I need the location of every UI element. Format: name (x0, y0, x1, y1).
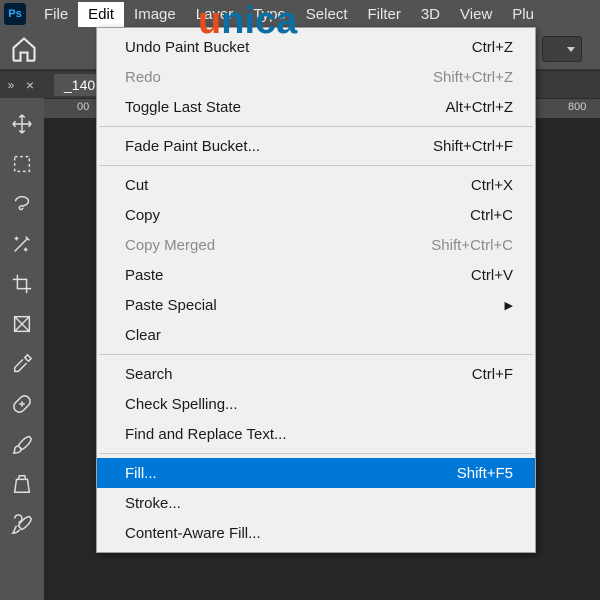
menu-item-label: Undo Paint Bucket (125, 39, 249, 56)
menu-item-copy-merged: Copy Merged Shift+Ctrl+C (97, 230, 535, 260)
menubar: Ps FileEditImageLayerTypeSelectFilter3DV… (0, 0, 600, 28)
menubar-item-plu[interactable]: Plu (502, 2, 544, 27)
menu-item-copy[interactable]: Copy Ctrl+C (97, 200, 535, 230)
menu-item-redo: Redo Shift+Ctrl+Z (97, 62, 535, 92)
menu-item-label: Content-Aware Fill... (125, 525, 261, 542)
menu-item-cut[interactable]: Cut Ctrl+X (97, 170, 535, 200)
menu-separator (99, 453, 533, 454)
menu-item-undo-paint-bucket[interactable]: Undo Paint Bucket Ctrl+Z (97, 32, 535, 62)
menubar-item-type[interactable]: Type (243, 2, 296, 27)
menu-item-toggle-last-state[interactable]: Toggle Last State Alt+Ctrl+Z (97, 92, 535, 122)
menu-item-label: Toggle Last State (125, 99, 241, 116)
menu-item-label: Fade Paint Bucket... (125, 138, 260, 155)
menubar-item-image[interactable]: Image (124, 2, 186, 27)
menu-separator (99, 126, 533, 127)
menu-item-label: Redo (125, 69, 161, 86)
menu-item-find-and-replace-text[interactable]: Find and Replace Text... (97, 419, 535, 449)
tool-eyedropper[interactable] (4, 346, 40, 382)
menu-item-shortcut: Ctrl+V (471, 267, 513, 284)
tool-brush[interactable] (4, 426, 40, 462)
tools-panel (0, 98, 44, 542)
menubar-item-filter[interactable]: Filter (358, 2, 411, 27)
submenu-arrow-icon: ▶ (505, 299, 513, 312)
tool-frame[interactable] (4, 306, 40, 342)
tool-crop[interactable] (4, 266, 40, 302)
tool-marquee[interactable] (4, 146, 40, 182)
menu-item-shortcut: Ctrl+X (471, 177, 513, 194)
options-dropdown[interactable] (542, 36, 582, 62)
menu-item-label: Clear (125, 327, 161, 344)
ruler-tick: 800 (568, 101, 586, 113)
menubar-item-view[interactable]: View (450, 2, 502, 27)
menu-separator (99, 165, 533, 166)
menu-item-shortcut: Alt+Ctrl+Z (445, 99, 513, 116)
menubar-item-3d[interactable]: 3D (411, 2, 450, 27)
menu-item-label: Find and Replace Text... (125, 426, 286, 443)
menu-item-label: Cut (125, 177, 148, 194)
menu-item-shortcut: Shift+Ctrl+C (431, 237, 513, 254)
menu-item-label: Paste (125, 267, 163, 284)
menu-item-clear[interactable]: Clear (97, 320, 535, 350)
menu-item-shortcut: Ctrl+F (472, 366, 513, 383)
menu-item-label: Fill... (125, 465, 157, 482)
menubar-item-edit[interactable]: Edit (78, 2, 124, 27)
panel-close-icon[interactable]: × (22, 77, 38, 93)
menu-item-label: Paste Special (125, 297, 217, 314)
tool-history-brush[interactable] (4, 506, 40, 542)
edit-menu-dropdown: Undo Paint Bucket Ctrl+Z Redo Shift+Ctrl+Z T… (96, 27, 536, 553)
menu-item-label: Check Spelling... (125, 396, 238, 413)
ruler-tick: 00 (77, 101, 89, 113)
menu-item-shortcut: Shift+F5 (457, 465, 513, 482)
panel-expand-icon[interactable]: » (0, 78, 22, 92)
menubar-item-layer[interactable]: Layer (186, 2, 244, 27)
home-icon[interactable] (10, 35, 38, 63)
menu-item-label: Copy Merged (125, 237, 215, 254)
menu-item-paste[interactable]: Paste Ctrl+V (97, 260, 535, 290)
menu-item-label: Copy (125, 207, 160, 224)
menu-item-search[interactable]: Search Ctrl+F (97, 359, 535, 389)
menu-item-label: Search (125, 366, 173, 383)
menu-item-stroke[interactable]: Stroke... (97, 488, 535, 518)
menu-item-fill[interactable]: Fill... Shift+F5 (97, 458, 535, 488)
menu-item-content-aware-fill[interactable]: Content-Aware Fill... (97, 518, 535, 548)
tool-clone[interactable] (4, 466, 40, 502)
menu-item-shortcut: Ctrl+C (470, 207, 513, 224)
menu-item-label: Stroke... (125, 495, 181, 512)
menubar-item-select[interactable]: Select (296, 2, 358, 27)
menubar-item-file[interactable]: File (34, 2, 78, 27)
tool-magic-wand[interactable] (4, 226, 40, 262)
tool-lasso[interactable] (4, 186, 40, 222)
menu-separator (99, 354, 533, 355)
menu-item-check-spelling[interactable]: Check Spelling... (97, 389, 535, 419)
tool-healing[interactable] (4, 386, 40, 422)
menu-item-paste-special[interactable]: Paste Special ▶ (97, 290, 535, 320)
app-logo: Ps (4, 3, 26, 25)
menu-item-shortcut: Shift+Ctrl+Z (433, 69, 513, 86)
menu-item-shortcut: Shift+Ctrl+F (433, 138, 513, 155)
menu-item-fade-paint-bucket[interactable]: Fade Paint Bucket... Shift+Ctrl+F (97, 131, 535, 161)
menu-item-shortcut: Ctrl+Z (472, 39, 513, 56)
tool-move[interactable] (4, 106, 40, 142)
